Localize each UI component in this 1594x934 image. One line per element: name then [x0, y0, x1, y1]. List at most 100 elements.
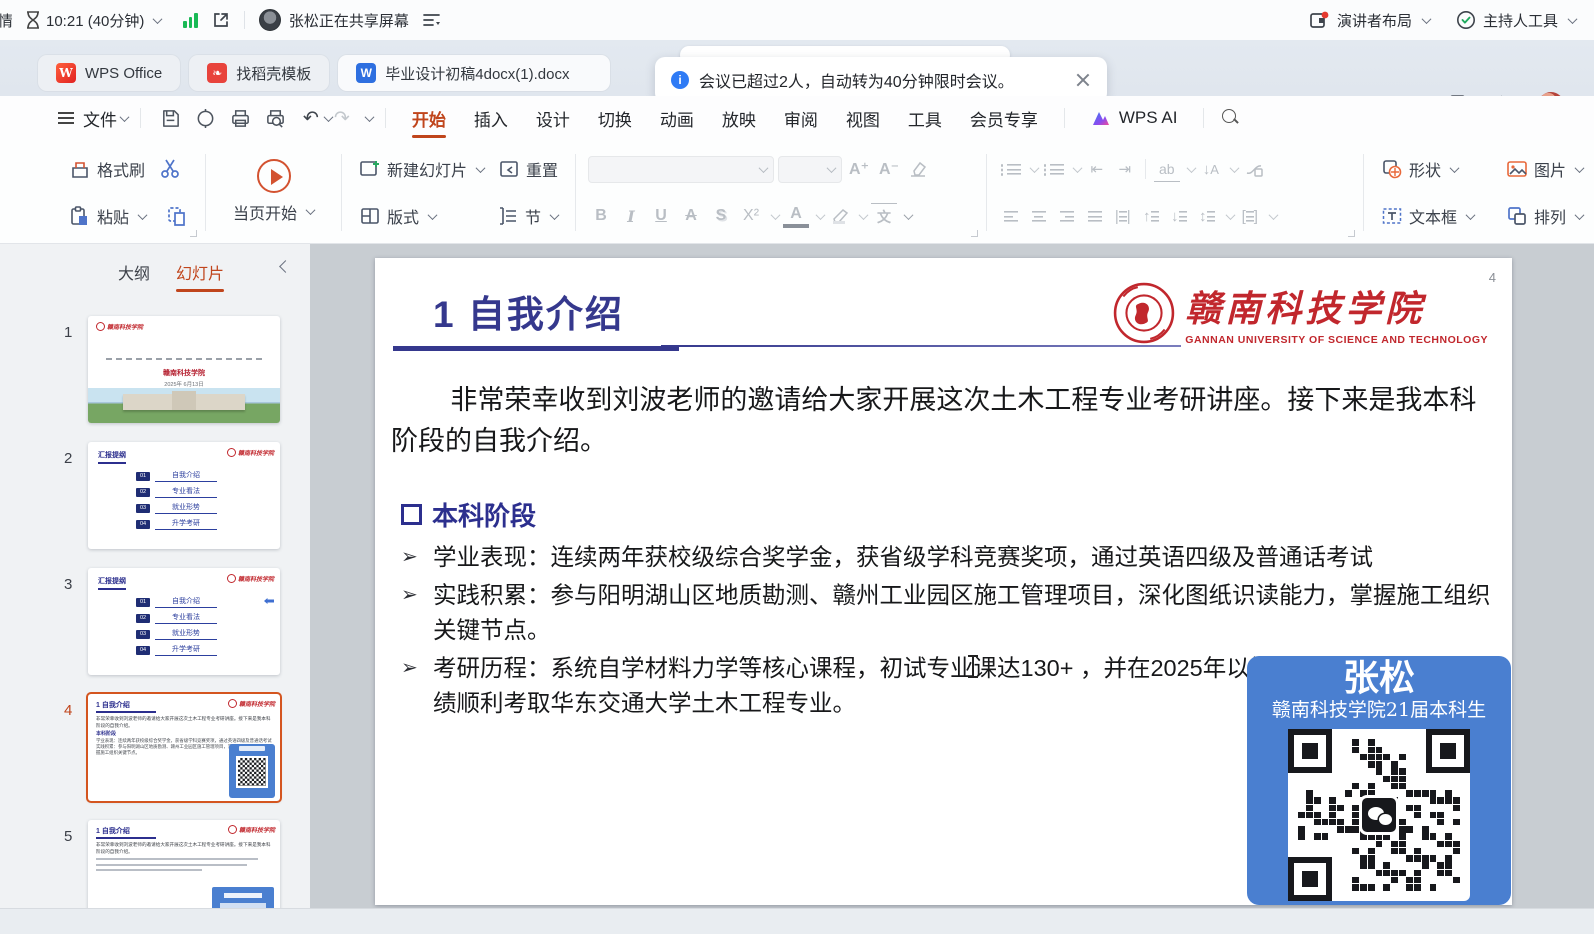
picture-button[interactable]: 图片 [1501, 154, 1588, 184]
align-left-icon[interactable] [999, 203, 1023, 229]
font-group: A⁺ A⁻ B I U A S X² A 文 [582, 148, 980, 237]
justify-icon[interactable] [1083, 203, 1107, 229]
tab-label: 找稻壳模板 [236, 63, 311, 84]
align-right-icon[interactable] [1055, 203, 1079, 229]
reset-button[interactable]: 重置 [493, 154, 563, 184]
dialog-launcher-icon[interactable] [971, 230, 978, 237]
align-center-icon[interactable] [1027, 203, 1051, 229]
network-signal-icon[interactable] [183, 12, 198, 28]
editing-canvas[interactable]: 4 1 自我介绍 赣南科技学院 GANNAN UNIVERSITY OF SCI… [310, 244, 1594, 908]
slide-thumbnail-3[interactable]: 3 汇报提纲 赣南科技学院 01自我介绍 02专业看法 03就业形势 04升学考… [88, 568, 280, 675]
superscript-icon[interactable]: X² [738, 203, 764, 229]
decrease-indent-icon[interactable]: ⇤ [1085, 156, 1109, 182]
copy-button[interactable] [161, 202, 193, 230]
pinyin-guide-icon[interactable]: 文 [871, 203, 897, 229]
italic-icon[interactable]: I [618, 203, 644, 229]
menu-tab-design[interactable]: 设计 [522, 96, 584, 140]
slide-title[interactable]: 1 自我介绍 [433, 284, 624, 338]
file-menu[interactable]: 文件 [83, 106, 117, 131]
menu-tab-animation[interactable]: 动画 [646, 96, 708, 140]
menu-tab-tools[interactable]: 工具 [894, 96, 956, 140]
section-heading[interactable]: 本科阶段 [401, 496, 536, 533]
menu-tab-insert[interactable]: 插入 [460, 96, 522, 140]
menu-tab-review[interactable]: 审阅 [770, 96, 832, 140]
host-tools-button[interactable]: 主持人工具 [1456, 10, 1576, 31]
section-button[interactable]: 节 [492, 201, 563, 231]
tab-docer-templates[interactable]: ❧ 找稻壳模板 [189, 55, 329, 91]
dialog-launcher-icon[interactable] [1348, 230, 1355, 237]
arrange-button[interactable]: 排列 [1501, 201, 1588, 231]
underline-icon[interactable]: U [648, 203, 674, 229]
distribute-icon[interactable]: || [1111, 203, 1135, 229]
shapes-button[interactable]: 形状 [1376, 154, 1463, 184]
bold-icon[interactable]: B [588, 203, 614, 229]
textbox-button[interactable]: 文本框 [1376, 201, 1479, 231]
paragraph-settings-icon[interactable]: [] [1238, 203, 1262, 229]
char-spacing-icon[interactable]: ab [1154, 156, 1180, 182]
new-slide-button[interactable]: 新建幻灯片 [354, 154, 489, 184]
meeting-timer[interactable]: 10:21 (40分钟) [26, 10, 161, 31]
highlight-icon[interactable] [828, 203, 852, 229]
paste-label: 粘贴 [97, 204, 129, 228]
format-painter-button[interactable]: 格式刷 [64, 154, 150, 184]
sharing-options-icon[interactable] [423, 13, 440, 27]
save-icon[interactable] [160, 108, 181, 129]
export-icon[interactable] [195, 108, 216, 129]
layout-button[interactable]: 版式 [354, 201, 441, 231]
textbox-icon [1381, 205, 1403, 227]
presenter-layout-button[interactable]: 演讲者布局 [1310, 10, 1430, 31]
text-shadow-icon[interactable]: S [708, 203, 734, 229]
redo-icon[interactable]: ↷ [334, 107, 350, 130]
title-underline [393, 346, 679, 351]
play-icon[interactable] [257, 159, 291, 193]
hamburger-icon[interactable] [58, 112, 74, 124]
school-name-en: GANNAN UNIVERSITY OF SCIENCE AND TECHNOL… [1185, 334, 1488, 346]
slide-thumbnail-2[interactable]: 2 汇报提纲 赣南科技学院 01自我介绍 02专业看法 03就业形势 04升学考… [88, 442, 280, 549]
mini-outline-title: 汇报提纲 [98, 576, 126, 590]
print-preview-icon[interactable] [265, 108, 286, 129]
bullet-list-icon[interactable] [999, 156, 1023, 182]
undo-icon[interactable]: ↶ [303, 107, 319, 130]
slide-canvas[interactable]: 4 1 自我介绍 赣南科技学院 GANNAN UNIVERSITY OF SCI… [375, 258, 1512, 905]
clear-format-icon[interactable] [906, 156, 930, 182]
wps-ai-button[interactable]: WPS AI [1077, 96, 1192, 140]
add-space-below-icon[interactable]: ↓ [1167, 203, 1191, 229]
tab-document[interactable]: W 毕业设计初稿4docx(1).docx [338, 55, 610, 91]
slide-thumbnail-1[interactable]: 1 赣南科技学院 赣南科技学院 2025年 6月13日 [88, 316, 280, 423]
increase-font-icon[interactable]: A⁺ [846, 156, 872, 182]
paste-button[interactable]: 粘贴 [64, 201, 151, 231]
menu-tab-transition[interactable]: 切换 [584, 96, 646, 140]
menu-tab-membership[interactable]: 会员专享 [956, 96, 1052, 140]
font-color-icon[interactable]: A [783, 204, 809, 228]
close-icon[interactable] [1075, 72, 1091, 88]
font-size-select[interactable] [778, 156, 842, 183]
qr-card[interactable]: 张松 赣南科技学院21届本科生 [1247, 656, 1511, 905]
strikethrough-icon[interactable]: A [678, 203, 704, 229]
increase-indent-icon[interactable]: ⇥ [1113, 156, 1137, 182]
line-spacing-icon[interactable]: ↕ [1195, 203, 1219, 229]
convert-smartart-icon[interactable] [1242, 156, 1266, 182]
menu-tab-view[interactable]: 视图 [832, 96, 894, 140]
menu-tab-home[interactable]: 开始 [398, 96, 460, 140]
sidebar-tab-outline[interactable]: 大纲 [118, 260, 150, 284]
menu-tab-slideshow[interactable]: 放映 [708, 96, 770, 140]
search-icon[interactable] [1222, 109, 1240, 127]
slide-thumbnail-4[interactable]: 4 1 自我介绍 赣南科技学院 非常荣幸收到刘波老师的邀请给大家开展这次土木工程… [88, 694, 280, 801]
share-screen-icon[interactable] [212, 11, 230, 29]
presenter-avatar [259, 9, 281, 31]
slide-intro-paragraph[interactable]: 非常荣幸收到刘波老师的邀请给大家开展这次土木工程专业考研讲座。接下来是我本科阶段… [391, 380, 1499, 462]
text-direction-icon[interactable]: ↓A [1199, 156, 1223, 182]
chevron-down-icon [759, 163, 769, 173]
start-from-page-button[interactable]: 当页开始 [228, 197, 319, 227]
dialog-launcher-icon[interactable] [190, 230, 197, 237]
sidebar-tab-slides[interactable]: 幻灯片 [176, 260, 224, 284]
print-icon[interactable] [230, 108, 251, 129]
decrease-font-icon[interactable]: A⁻ [876, 156, 902, 182]
cut-button[interactable] [154, 155, 186, 183]
add-space-above-icon[interactable]: ↑ [1139, 203, 1163, 229]
font-name-select[interactable] [588, 156, 774, 183]
info-icon: i [671, 71, 689, 89]
tab-wps-office[interactable]: W WPS Office [38, 55, 180, 91]
numbered-list-icon[interactable] [1042, 156, 1066, 182]
start-from-page-label: 当页开始 [233, 200, 297, 224]
